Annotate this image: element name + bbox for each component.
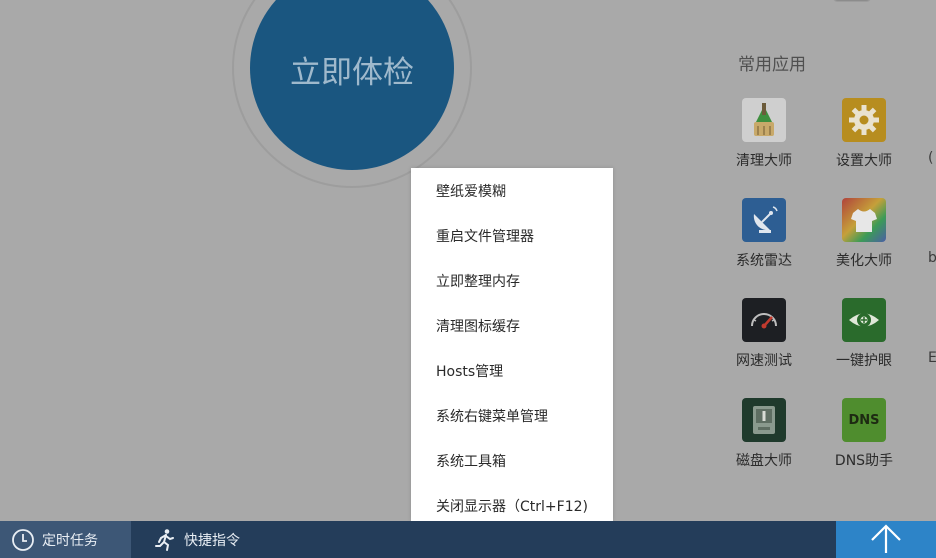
app-label: 一键护眼 — [836, 353, 892, 369]
dns-icon-text: DNS — [848, 412, 880, 428]
bottom-bar: 定时任务 快捷指令 — [0, 521, 936, 558]
clipped-app-label: b — [928, 250, 936, 266]
radar-dish-icon — [742, 198, 786, 242]
tshirt-icon — [842, 198, 886, 242]
app-label: DNS助手 — [834, 453, 894, 469]
app-label: 美化大师 — [836, 253, 892, 269]
menu-item-clean-memory[interactable]: 立即整理内存 — [411, 258, 613, 303]
app-beautify-master[interactable]: 美化大师 — [824, 196, 904, 282]
common-apps-title: 常用应用 — [738, 55, 806, 75]
app-dns-helper[interactable]: DNS DNS助手 — [824, 396, 904, 482]
app-label: 磁盘大师 — [736, 453, 792, 469]
app-label: 设置大师 — [836, 153, 892, 169]
menu-item-system-toolbox[interactable]: 系统工具箱 — [411, 438, 613, 483]
app-disk-master[interactable]: 磁盘大师 — [724, 396, 804, 482]
quick-commands-menu: 壁纸爱模糊 重启文件管理器 立即整理内存 清理图标缓存 Hosts管理 系统右键… — [411, 168, 613, 521]
menu-item-restart-explorer[interactable]: 重启文件管理器 — [411, 213, 613, 258]
clipped-app-label: E — [928, 350, 936, 366]
eye-icon — [842, 298, 886, 342]
broom-icon — [742, 98, 786, 142]
dns-icon: DNS — [842, 398, 886, 442]
app-label: 网速测试 — [736, 353, 792, 369]
running-man-icon — [153, 528, 177, 552]
gear-icon — [842, 98, 886, 142]
menu-item-wallpaper-blur[interactable]: 壁纸爱模糊 — [411, 168, 613, 213]
menu-item-clear-icon-cache[interactable]: 清理图标缓存 — [411, 303, 613, 348]
app-label: 系统雷达 — [736, 253, 792, 269]
speedometer-icon — [742, 298, 786, 342]
checkup-button-label: 立即体检 — [290, 54, 414, 91]
app-cleanup-master[interactable]: 清理大师 — [724, 96, 804, 182]
top-panel-edge — [832, 0, 872, 2]
scheduled-tasks-button[interactable]: 定时任务 — [0, 521, 131, 558]
clock-icon — [11, 528, 35, 552]
scheduled-tasks-label: 定时任务 — [42, 532, 98, 549]
app-system-radar[interactable]: 系统雷达 — [724, 196, 804, 282]
app-speed-test[interactable]: 网速测试 — [724, 296, 804, 382]
quick-commands-button[interactable]: 快捷指令 — [131, 521, 271, 558]
app-settings-master[interactable]: 设置大师 — [824, 96, 904, 182]
app-eye-protection[interactable]: 一键护眼 — [824, 296, 904, 382]
disk-icon — [742, 398, 786, 442]
app-label: 清理大师 — [736, 153, 792, 169]
scroll-up-button[interactable] — [836, 521, 936, 558]
menu-item-context-menu-manager[interactable]: 系统右键菜单管理 — [411, 393, 613, 438]
arrow-up-icon — [869, 523, 903, 557]
clipped-app-label: ( — [928, 150, 934, 166]
menu-item-hosts-manager[interactable]: Hosts管理 — [411, 348, 613, 393]
quick-commands-label: 快捷指令 — [184, 532, 240, 549]
